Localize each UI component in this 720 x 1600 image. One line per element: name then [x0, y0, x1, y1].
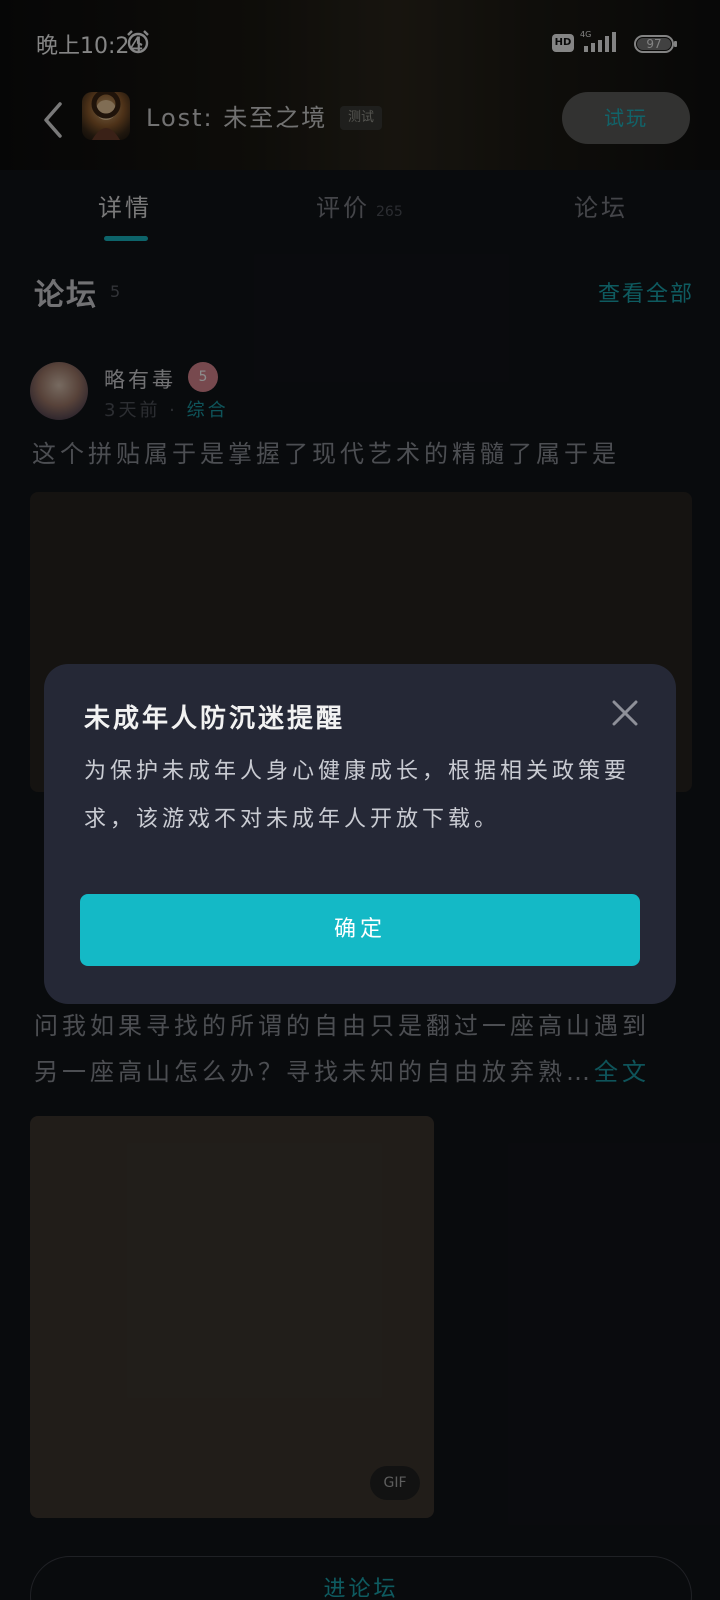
dialog-title: 未成年人防沉迷提醒: [84, 704, 346, 734]
anti-addiction-dialog: 未成年人防沉迷提醒 为保护未成年人身心健康成长，根据相关政策要求，该游戏不对未成…: [44, 664, 676, 1004]
dialog-message: 为保护未成年人身心健康成长，根据相关政策要求，该游戏不对未成年人开放下载。: [84, 759, 631, 832]
confirm-button[interactable]: 确定: [80, 894, 640, 966]
close-icon[interactable]: [610, 698, 640, 728]
app-screen: 晚上10:24 HD 4G 97 Lost: 未至之境 测试 试玩 详情 评价 …: [0, 0, 720, 1600]
